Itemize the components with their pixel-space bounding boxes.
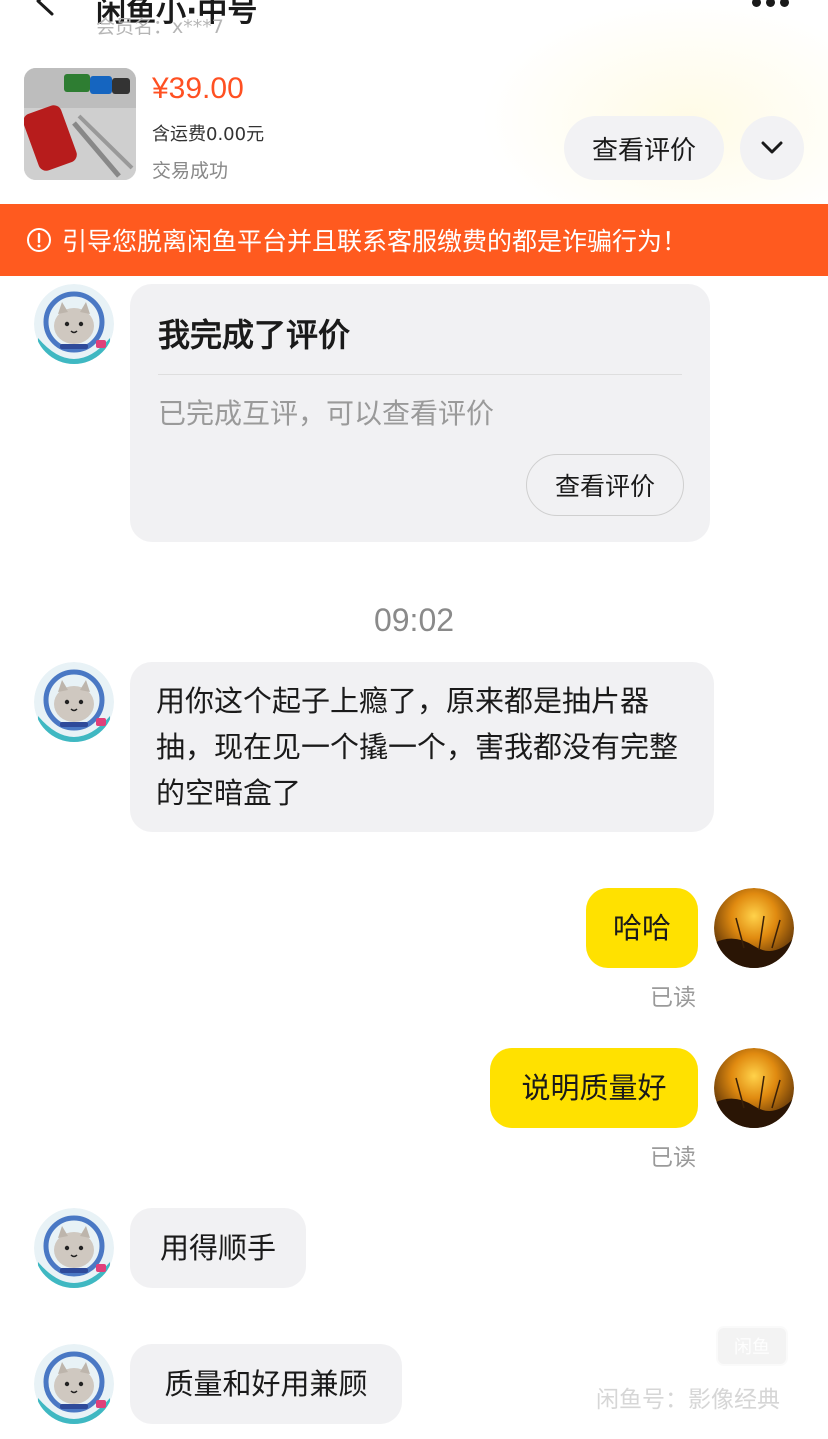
message-bubble-outgoing[interactable]: 说明质量好: [490, 1048, 698, 1128]
my-avatar[interactable]: [714, 1048, 794, 1128]
watermark-text: 闲鱼号：影像经典: [596, 1387, 780, 1413]
product-thumbnail[interactable]: [24, 68, 136, 180]
fraud-warning-banner: 引导您脱离闲鱼平台并且联系客服缴费的都是诈骗行为！: [0, 204, 828, 276]
message-text: 哈哈: [612, 911, 671, 945]
chevron-down-icon: [761, 141, 783, 154]
message-text: 说明质量好: [521, 1071, 667, 1105]
message-text: 用你这个起子上瘾了，原来都是抽片器抽，现在见一个撬一个，害我都没有完整的空暗盒了: [156, 684, 679, 810]
message-bubble-incoming[interactable]: 用得顺手: [130, 1208, 306, 1288]
more-options-icon[interactable]: [752, 0, 802, 7]
warning-text: 引导您脱离闲鱼平台并且联系客服缴费的都是诈骗行为！: [62, 227, 688, 256]
shipping-info: 含运费0.00元: [152, 124, 265, 145]
product-price: ¥39.00: [152, 72, 244, 105]
read-receipt: 已读: [650, 985, 696, 1011]
other-user-avatar[interactable]: [34, 1208, 114, 1288]
message-text: 用得顺手: [159, 1231, 276, 1265]
read-receipt: 已读: [650, 1145, 696, 1171]
watermark-logo: 闲鱼: [716, 1326, 788, 1366]
review-card-title: 我完成了评价: [158, 316, 351, 354]
message-bubble-outgoing[interactable]: 哈哈: [586, 888, 698, 968]
member-name: 会员名：x***7: [96, 16, 224, 38]
message-text: 质量和好用兼顾: [164, 1367, 368, 1401]
message-bubble-incoming[interactable]: 质量和好用兼顾: [130, 1344, 402, 1424]
review-card-description: 已完成互评，可以查看评价: [158, 397, 495, 430]
expand-button[interactable]: [740, 116, 804, 180]
view-review-button[interactable]: 查看评价: [564, 116, 724, 180]
message-timestamp: 09:02: [373, 602, 455, 638]
back-arrow-icon[interactable]: [30, 0, 60, 16]
other-user-avatar[interactable]: [34, 1344, 114, 1424]
review-card-view-button[interactable]: 查看评价: [526, 454, 684, 516]
my-avatar[interactable]: [714, 888, 794, 968]
other-user-avatar[interactable]: [34, 284, 114, 364]
message-bubble-incoming[interactable]: 用你这个起子上瘾了，原来都是抽片器抽，现在见一个撬一个，害我都没有完整的空暗盒了: [130, 662, 714, 832]
trade-status: 交易成功: [152, 160, 229, 182]
review-completed-card: 我完成了评价 已完成互评，可以查看评价 查看评价: [130, 284, 710, 542]
warning-icon: [27, 228, 51, 252]
review-card-divider: [158, 374, 682, 375]
other-user-avatar[interactable]: [34, 662, 114, 742]
